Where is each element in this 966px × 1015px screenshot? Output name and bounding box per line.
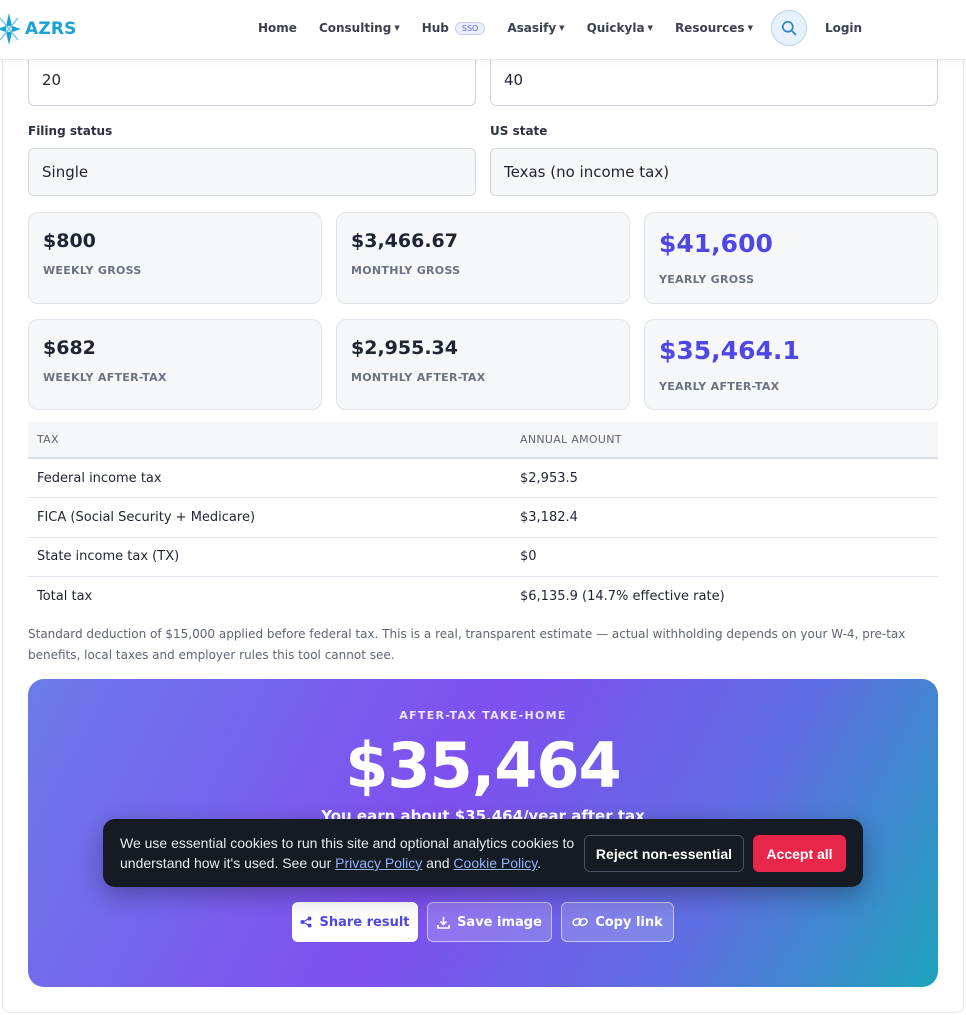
stat-card-monthly-after-tax: $2,955.34 MONTHLY AFTER-TAX xyxy=(336,319,630,410)
caret-down-icon: ▼ xyxy=(647,24,653,32)
tax-amount-cell: $0 xyxy=(511,537,938,577)
share-result-label: Share result xyxy=(319,914,410,930)
save-image-label: Save image xyxy=(457,914,542,930)
nav-resources[interactable]: Resources ▼ xyxy=(675,21,753,35)
nav-resources-label: Resources xyxy=(674,21,745,35)
hours-input-value: 20 xyxy=(42,70,62,89)
filing-status-select[interactable]: Single xyxy=(28,148,476,196)
tax-breakdown-table: TAX ANNUAL AMOUNT Federal income tax $2,… xyxy=(28,422,938,616)
stat-value: $800 xyxy=(43,230,96,252)
cookie-message: We use essential cookies to run this sit… xyxy=(120,833,575,873)
stat-label: YEARLY GROSS xyxy=(659,273,755,286)
nav-quickyla-label: Quickyla xyxy=(586,21,645,35)
nav-hub[interactable]: Hub SSO xyxy=(422,21,486,35)
nav-consulting-label: Consulting xyxy=(318,21,392,35)
weeks-input[interactable]: 40 xyxy=(490,54,938,106)
us-state-select[interactable]: Texas (no income tax) xyxy=(490,148,938,196)
stat-card-yearly-after-tax: $35,464.1 YEARLY AFTER-TAX xyxy=(644,319,938,410)
reject-non-essential-button[interactable]: Reject non-essential xyxy=(584,835,744,872)
nav-login[interactable]: Login xyxy=(825,21,862,35)
privacy-policy-link[interactable]: Privacy Policy xyxy=(335,855,422,871)
table-row: State income tax (TX) $0 xyxy=(28,537,938,577)
hero-kicker: AFTER-TAX TAKE-HOME xyxy=(399,709,567,722)
share-result-button[interactable]: Share result xyxy=(292,902,418,942)
cookie-policy-link[interactable]: Cookie Policy xyxy=(453,855,537,871)
stat-label: WEEKLY AFTER-TAX xyxy=(43,371,167,384)
hours-input[interactable]: 20 xyxy=(28,54,476,106)
nav-quickyla[interactable]: Quickyla ▼ xyxy=(587,21,653,35)
tax-name-cell: Federal income tax xyxy=(28,458,511,498)
copy-link-button[interactable]: Copy link xyxy=(561,902,674,942)
nav-hub-label: Hub xyxy=(421,21,449,35)
stat-label: WEEKLY GROSS xyxy=(43,264,142,277)
stat-card-monthly-gross: $3,466.67 MONTHLY GROSS xyxy=(336,212,630,304)
stat-label: MONTHLY GROSS xyxy=(351,264,461,277)
caret-down-icon: ▼ xyxy=(747,24,753,32)
tax-amount-cell: $2,953.5 xyxy=(511,458,938,498)
cookie-text-period: . xyxy=(537,855,542,871)
table-header-row: TAX ANNUAL AMOUNT xyxy=(28,422,938,459)
stat-value: $3,466.67 xyxy=(351,230,458,252)
brand-name: AZRS xyxy=(25,19,77,39)
nav-home-label: Home xyxy=(258,21,297,35)
cookie-text-and: and xyxy=(422,855,454,871)
search-button[interactable] xyxy=(770,10,807,46)
stat-value: $682 xyxy=(43,337,96,359)
accept-all-button[interactable]: Accept all xyxy=(753,835,846,872)
brand-star-icon xyxy=(0,13,21,45)
nav-asasify[interactable]: Asasify ▼ xyxy=(507,21,564,35)
deduction-note: Standard deduction of $15,000 applied be… xyxy=(28,627,906,662)
stat-card-weekly-after-tax: $682 WEEKLY AFTER-TAX xyxy=(28,319,322,410)
main-nav: Home Consulting ▼ Hub SSO Asasify ▼ Quickyl… xyxy=(258,0,884,56)
link-icon xyxy=(572,917,588,927)
stat-value: $35,464.1 xyxy=(659,336,800,365)
tax-name-cell: Total tax xyxy=(37,589,93,604)
filing-status-value: Single xyxy=(42,163,89,181)
share-icon xyxy=(300,916,312,928)
hero-amount: $35,464 xyxy=(345,729,621,802)
copy-link-label: Copy link xyxy=(595,914,663,930)
download-icon xyxy=(437,916,450,929)
table-row: Federal income tax $2,953.5 xyxy=(28,458,938,498)
stat-label: MONTHLY AFTER-TAX xyxy=(351,371,486,384)
column-header-amount: ANNUAL AMOUNT xyxy=(511,422,938,459)
us-state-value: Texas (no income tax) xyxy=(504,163,670,181)
tax-amount-cell: $6,135.9 (14.7% effective rate) xyxy=(520,589,725,604)
stat-label: YEARLY AFTER-TAX xyxy=(659,380,780,393)
tax-name-cell: State income tax (TX) xyxy=(28,537,511,577)
column-header-tax: TAX xyxy=(28,422,511,459)
nav-home[interactable]: Home xyxy=(258,21,297,35)
stat-value: $2,955.34 xyxy=(351,337,458,359)
brand-logo[interactable]: AZRS xyxy=(0,12,77,46)
caret-down-icon: ▼ xyxy=(559,24,565,32)
caret-down-icon: ▼ xyxy=(394,24,400,32)
nav-login-label: Login xyxy=(824,21,863,35)
save-image-button[interactable]: Save image xyxy=(427,902,552,942)
tax-amount-cell: $3,182.4 xyxy=(511,497,938,538)
cookie-banner: We use essential cookies to run this sit… xyxy=(103,819,863,887)
navbar: AZRS Home Consulting ▼ Hub SSO Asasify ▼ Qu… xyxy=(0,0,966,60)
weeks-input-value: 40 xyxy=(504,70,524,89)
stat-value: $41,600 xyxy=(659,229,773,258)
table-row: Total tax $6,135.9 (14.7% effective rate… xyxy=(28,577,938,617)
stat-card-yearly-gross: $41,600 YEARLY GROSS xyxy=(644,212,938,304)
tax-name-cell: FICA (Social Security + Medicare) xyxy=(28,497,511,538)
table-row: FICA (Social Security + Medicare) $3,182… xyxy=(28,497,938,538)
us-state-label: US state xyxy=(490,124,548,138)
search-icon xyxy=(781,21,797,36)
nav-asasify-label: Asasify xyxy=(507,21,557,35)
filing-status-label: Filing status xyxy=(28,124,113,138)
sso-badge: SSO xyxy=(454,21,486,35)
nav-consulting[interactable]: Consulting ▼ xyxy=(319,21,400,35)
stat-card-weekly-gross: $800 WEEKLY GROSS xyxy=(28,212,322,304)
